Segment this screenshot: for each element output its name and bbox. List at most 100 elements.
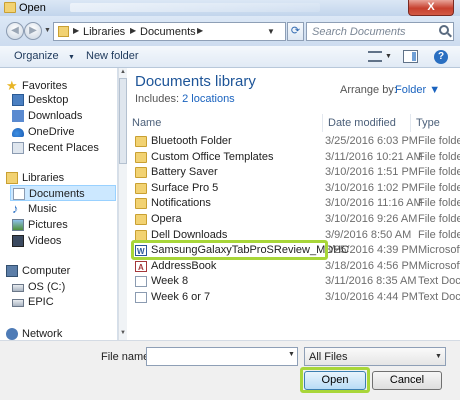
nav-documents[interactable]: Documents [10, 185, 116, 201]
recent-places-icon [12, 142, 24, 154]
star-icon: ★ [6, 78, 18, 93]
nav-computer[interactable]: Computer [6, 263, 116, 279]
scroll-down-icon[interactable]: ▼ [120, 330, 126, 336]
nav-pictures[interactable]: Pictures [12, 217, 116, 233]
column-header-date[interactable]: Date modified [323, 114, 411, 132]
navigation-pane: ★ Favorites Desktop Downloads OneDrive R… [0, 68, 118, 340]
new-folder-button[interactable]: New folder [86, 50, 139, 62]
file-date: 3/11/2016 8:35 AM [325, 275, 417, 288]
locations-link[interactable]: 2 locations [182, 93, 235, 105]
search-placeholder: Search Documents [312, 26, 406, 38]
forward-button[interactable]: ▶ [24, 22, 42, 40]
nav-drive-c[interactable]: OS (C:) [12, 279, 116, 295]
onedrive-icon [12, 128, 24, 137]
nav-downloads[interactable]: Downloads [12, 108, 116, 124]
breadcrumb-documents[interactable]: Documents [140, 26, 196, 38]
nav-documents-label: Documents [29, 188, 85, 200]
address-bar[interactable]: ▶ Libraries ▶ Documents ▶ ▼ [53, 22, 286, 41]
search-input[interactable]: Search Documents [306, 22, 454, 41]
file-row[interactable]: Custom Office Templates 3/11/2016 10:21 A… [127, 150, 460, 165]
file-type: File folder [418, 135, 460, 147]
nav-videos[interactable]: Videos [12, 233, 116, 249]
arrange-by-value: Folder [395, 84, 427, 96]
file-type: File folder [418, 181, 460, 194]
nav-recent-places[interactable]: Recent Places [12, 140, 116, 156]
background-window-title [70, 3, 320, 12]
nav-onedrive[interactable]: OneDrive [12, 124, 116, 140]
folder-icon [4, 2, 16, 13]
nav-desktop[interactable]: Desktop [12, 92, 116, 108]
drive-icon [12, 284, 24, 292]
nav-drive-c-label: OS (C:) [28, 281, 66, 293]
file-row[interactable]: Bluetooth Folder 3/25/2016 6:03 PM File fo… [127, 134, 460, 149]
file-type: Microsoft [418, 244, 460, 257]
scroll-up-icon[interactable]: ▲ [120, 69, 126, 75]
file-type: File folder [418, 150, 460, 163]
nav-desktop-label: Desktop [28, 94, 69, 106]
file-highlight-box [131, 240, 328, 260]
file-row[interactable]: Battery Saver 3/10/2016 1:51 PM File folde… [127, 165, 460, 180]
file-list-pane: Documents library Includes: 2 locations … [127, 68, 460, 340]
back-button[interactable]: ◀ [6, 22, 24, 40]
recent-locations-chevron-icon[interactable]: ▼ [44, 27, 51, 34]
file-row[interactable]: Opera 3/10/2016 9:26 AMFile folder [127, 212, 460, 227]
help-icon[interactable]: ? [434, 50, 448, 64]
text-doc-icon [135, 292, 147, 303]
arrange-by-dropdown[interactable]: Folder ▼ [395, 84, 440, 96]
file-row[interactable]: Week 6 or 7 3/10/2016 4:44 PMText Docu [127, 290, 460, 305]
file-date: 3/10/2016 1:02 PM [325, 181, 418, 194]
close-button[interactable]: X [408, 0, 454, 16]
file-type: File folder [418, 197, 460, 210]
file-row[interactable]: AddressBook 3/18/2016 4:56 PMMicrosoft [127, 259, 460, 275]
file-name-input[interactable]: ▼ [146, 347, 298, 366]
folder-icon [135, 182, 147, 194]
breadcrumb-chevron-icon[interactable]: ▶ [73, 26, 79, 35]
music-icon: ♪ [12, 201, 19, 216]
network-icon [6, 328, 18, 340]
file-name-label: File name: [101, 351, 153, 363]
column-header-name[interactable]: Name [127, 114, 323, 132]
computer-icon [6, 265, 18, 277]
organize-button[interactable]: Organize [14, 50, 59, 62]
breadcrumb-chevron-icon[interactable]: ▶ [197, 26, 203, 35]
breadcrumb-chevron-icon[interactable]: ▶ [130, 26, 136, 35]
file-type-select[interactable]: All Files ▼ [304, 347, 446, 366]
breadcrumb-libraries[interactable]: Libraries [83, 26, 125, 38]
file-row[interactable]: Week 8 3/11/2016 8:35 AMText Docu [127, 274, 460, 289]
file-date: 3/10/2016 9:26 AM [325, 213, 418, 225]
file-name-chevron-down-icon[interactable]: ▼ [288, 351, 295, 358]
file-date: 3/9/2016 8:50 AM [325, 228, 412, 241]
file-type: Microsoft [418, 259, 460, 272]
file-date: 3/10/2016 4:44 PM [325, 291, 418, 303]
cancel-button[interactable]: Cancel [372, 371, 442, 390]
search-icon[interactable] [439, 25, 449, 35]
nav-libraries[interactable]: Libraries [6, 170, 116, 186]
includes-prefix: Includes: [135, 93, 180, 105]
library-icon [58, 26, 69, 37]
nav-onedrive-label: OneDrive [28, 126, 75, 138]
scrollbar-thumb[interactable] [119, 78, 127, 164]
view-chevron-down-icon[interactable]: ▼ [385, 53, 392, 60]
folder-icon [135, 229, 147, 241]
nav-network[interactable]: Network [6, 326, 116, 340]
file-type-chevron-down-icon[interactable]: ▼ [435, 353, 442, 360]
nav-drive-epic[interactable]: EPIC [12, 294, 116, 310]
nav-drive-epic-label: EPIC [28, 296, 54, 308]
file-row[interactable]: Surface Pro 5 3/10/2016 1:02 PM File folde… [127, 181, 460, 196]
documents-icon [13, 188, 25, 200]
column-header-type[interactable]: Type [411, 114, 460, 132]
folder-icon [135, 136, 147, 147]
nav-videos-label: Videos [28, 235, 62, 247]
navigation-scrollbar[interactable]: ▲ ▼ [118, 68, 127, 340]
organize-chevron-down-icon[interactable]: ▼ [68, 54, 75, 61]
access-db-icon [135, 260, 147, 275]
file-type: File folder [418, 228, 460, 241]
refresh-button[interactable]: ⟳ [287, 22, 304, 41]
preview-pane-icon[interactable] [403, 50, 418, 63]
file-type: Text Docu [418, 275, 460, 288]
file-row[interactable]: Notifications 3/10/2016 11:16 AM File fold… [127, 196, 460, 211]
nav-music[interactable]: ♪ Music [12, 201, 116, 217]
address-dropdown-icon[interactable]: ▼ [267, 27, 275, 36]
change-view-icon[interactable] [368, 51, 382, 62]
open-button[interactable]: Open [304, 371, 366, 390]
